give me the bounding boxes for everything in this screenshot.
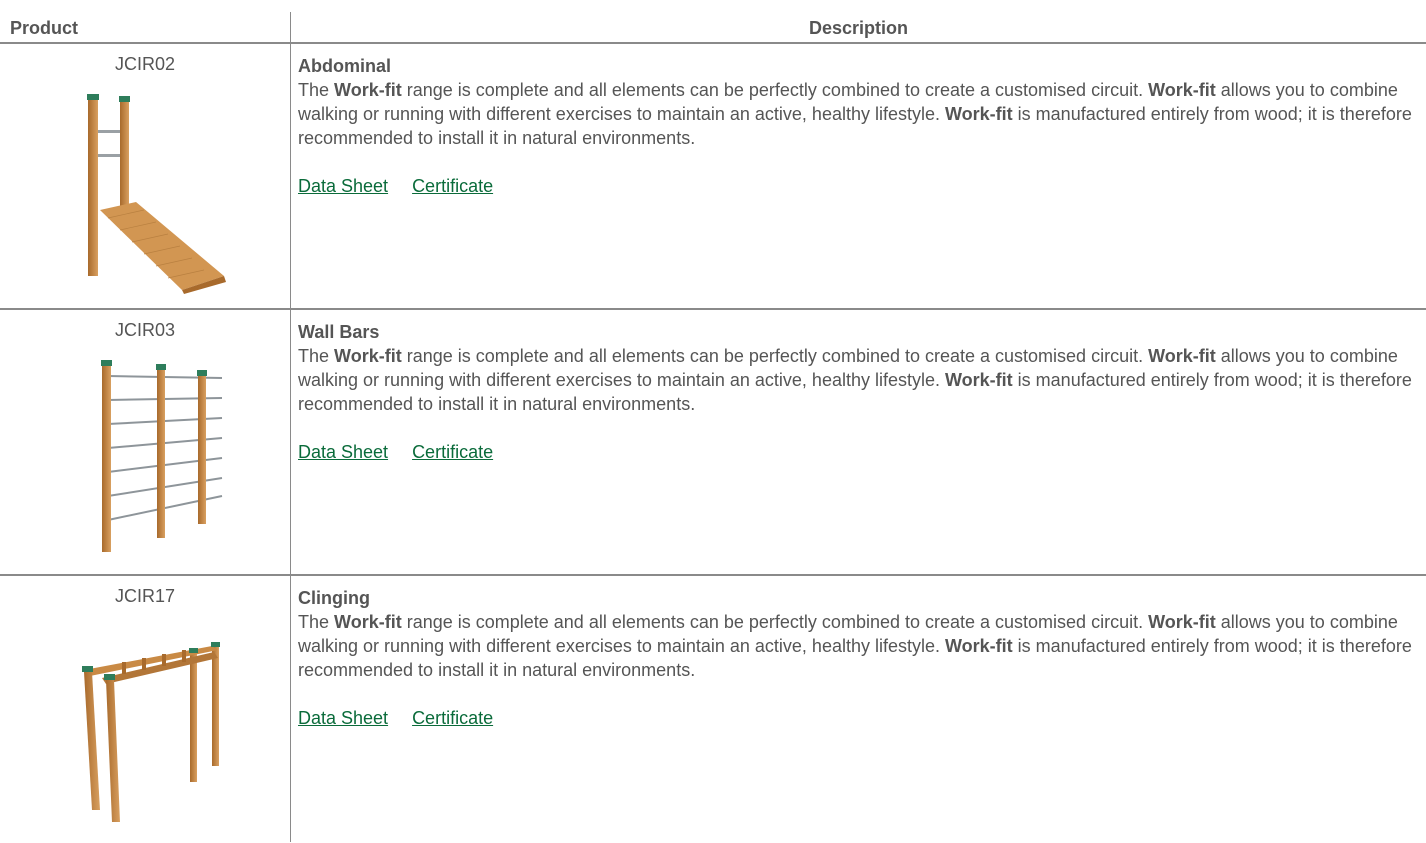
table-row: JCIR17 Clinging The Work-fit range is co… bbox=[0, 576, 1426, 842]
data-sheet-link[interactable]: Data Sheet bbox=[298, 442, 388, 462]
product-name: Wall Bars bbox=[298, 322, 380, 342]
product-table: Product Description JCIR02 Abdominal The… bbox=[0, 0, 1426, 842]
product-description: Clinging The Work-fit range is complete … bbox=[298, 586, 1424, 730]
table-row: JCIR02 Abdominal The Work-fit range is c… bbox=[0, 44, 1426, 310]
certificate-link[interactable]: Certificate bbox=[412, 176, 493, 196]
abdominal-bench-image bbox=[87, 94, 226, 294]
link-group: Data Sheet Certificate bbox=[298, 706, 1424, 730]
product-code: JCIR02 bbox=[114, 54, 176, 74]
data-sheet-link[interactable]: Data Sheet bbox=[298, 708, 388, 728]
product-description: Abdominal The Work-fit range is complete… bbox=[298, 54, 1424, 198]
data-sheet-link[interactable]: Data Sheet bbox=[298, 176, 388, 196]
product-name: Clinging bbox=[298, 588, 370, 608]
table-header: Product Description bbox=[0, 0, 1426, 44]
header-product: Product bbox=[10, 18, 79, 38]
product-description: Wall Bars The Work-fit range is complete… bbox=[298, 320, 1424, 464]
certificate-link[interactable]: Certificate bbox=[412, 442, 493, 462]
product-code: JCIR17 bbox=[114, 586, 176, 606]
product-name: Abdominal bbox=[298, 56, 391, 76]
certificate-link[interactable]: Certificate bbox=[412, 708, 493, 728]
link-group: Data Sheet Certificate bbox=[298, 174, 1424, 198]
table-row: JCIR03 Wall Bars The Work-fit range is c… bbox=[0, 310, 1426, 576]
link-group: Data Sheet Certificate bbox=[298, 440, 1424, 464]
monkey-bars-image bbox=[82, 642, 220, 822]
header-description: Description bbox=[808, 18, 909, 38]
wall-bars-image bbox=[101, 360, 223, 552]
product-code: JCIR03 bbox=[114, 320, 176, 340]
